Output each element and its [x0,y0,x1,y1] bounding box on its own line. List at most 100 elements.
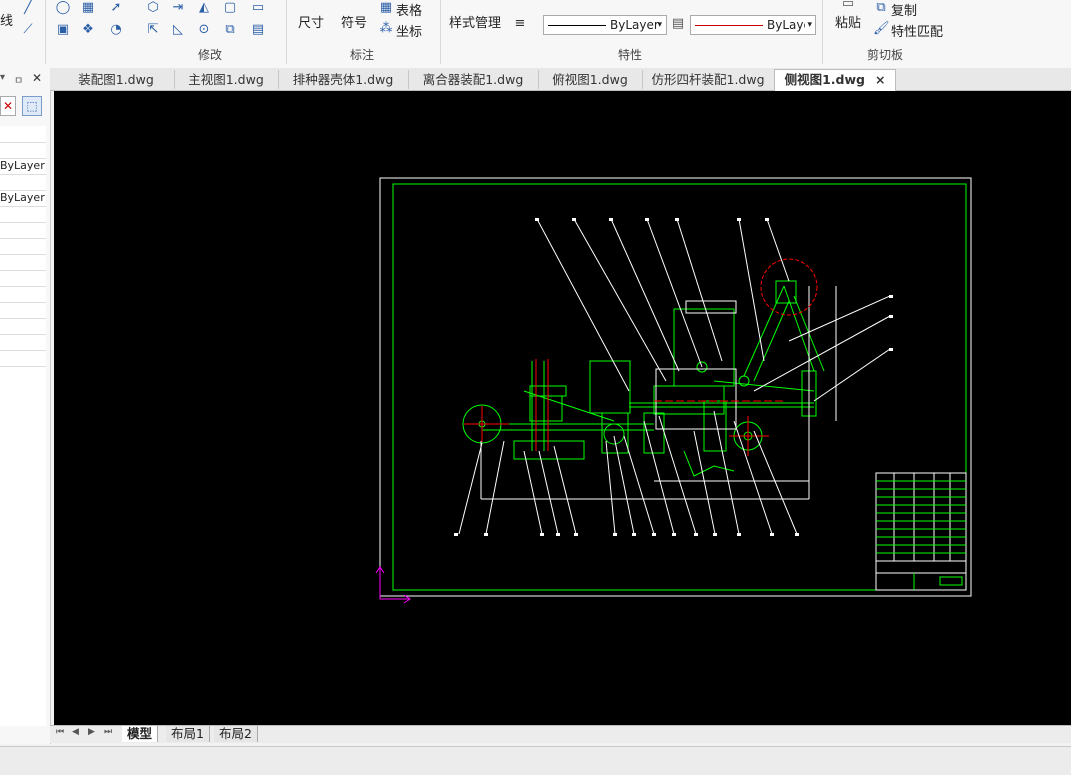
trim-icon[interactable]: ▣ [55,22,71,38]
first-layout-icon[interactable]: ⏮ [56,727,64,737]
layout-tab[interactable]: 布局1 [166,726,210,742]
property-row[interactable] [0,318,46,335]
tab-document[interactable]: 主视图1.dwg [174,70,279,89]
last-layout-icon[interactable]: ⏭ [104,727,112,737]
separator [45,0,46,64]
quick-select-icon[interactable]: ⬚ [22,96,42,116]
property-list: ByLayer ByLayer [0,126,46,726]
tab-label: 仿形四杆装配1.dwg [651,72,765,87]
ribbon: 线 ╱ ⟋ ◯ ▦ ➚ ▣ ❖ ◔ ⬡ ⇥ ◭ ▢ ▭ ⇱ ◺ ⊙ ⧉ ▤ 修改… [0,0,1071,69]
property-row[interactable] [0,222,46,239]
chevron-down-icon: ▾ [807,20,812,30]
coordinate-button[interactable]: 坐标 [396,21,422,40]
property-row[interactable] [0,238,46,255]
tab-document[interactable]: 装配图1.dwg [58,70,175,89]
palette-menu-icon[interactable]: ▾ [0,72,5,83]
polyline-icon[interactable]: ⟋ [20,22,36,38]
tab-document[interactable]: 离合器装配1.dwg [408,70,539,89]
document-tab-bar: 装配图1.dwg 主视图1.dwg 排种器壳体1.dwg 离合器装配1.dwg 俯视图1… [50,68,1071,91]
extend-icon[interactable]: ⇥ [170,0,186,16]
table-icon[interactable]: ▦ [378,0,394,16]
table-button[interactable]: 表格 [396,0,422,19]
rectangle-dropdown-icon[interactable]: ▭ [250,0,266,16]
machine-assembly [462,280,825,477]
property-row[interactable] [0,174,46,191]
properties-group-label: 特性 [618,48,643,62]
line-sample [548,25,606,26]
rotate-icon[interactable]: ◔ [108,22,124,38]
hatch-dropdown-icon[interactable]: ▤ [250,22,266,38]
pick-icon[interactable]: ➚ [108,0,124,16]
mirror-icon[interactable]: ◭ [196,0,212,16]
scale-icon[interactable]: ❖ [80,22,96,38]
tab-close-icon[interactable]: × [875,72,885,87]
tab-label: 装配图1.dwg [78,72,154,87]
array-icon[interactable]: ▦ [80,0,96,16]
lineweight-list-icon[interactable]: ≡ [512,16,528,32]
reference-outlines [480,286,837,500]
fillet-icon[interactable]: ◺ [170,22,186,38]
line-button-label[interactable]: 线 [0,10,13,29]
match-properties-button[interactable]: 特性匹配 [891,21,943,40]
circle-tool-icon[interactable]: ◯ [55,0,71,16]
layout-tab[interactable]: 布局2 [214,726,258,742]
separator [286,0,287,64]
prev-layout-icon[interactable]: ◀ [72,727,79,737]
cad-drawing [375,177,972,604]
match-properties-icon[interactable]: 🖌 [873,21,890,37]
tab-label: 离合器装配1.dwg [422,72,524,87]
tab-document[interactable]: 俯视图1.dwg [538,70,643,89]
lineweight-dropdown[interactable]: ByLayer ▾ [690,15,816,35]
modify-group-label: 修改 [198,48,223,62]
property-row[interactable] [0,254,46,271]
lineweight-value: ByLayer [767,18,805,32]
clipboard-group-label: 剪切板 [867,48,904,62]
property-row[interactable] [0,286,46,303]
tab-label: 排种器壳体1.dwg [292,72,394,87]
tab-document[interactable]: 仿形四杆装配1.dwg [642,70,775,89]
copy-button[interactable]: 复制 [891,0,917,19]
tab-label: 侧视图1.dwg [784,72,865,87]
paste-button[interactable]: 粘贴 [835,12,861,31]
tab-document[interactable]: 排种器壳体1.dwg [278,70,409,89]
deselect-icon[interactable]: ✕ [0,96,16,116]
separator [822,0,823,64]
tab-label: 俯视图1.dwg [552,72,628,87]
style-manager-button[interactable]: 样式管理 [449,12,501,31]
move-icon[interactable]: ⬡ [145,0,161,16]
linetype-value: ByLayer [610,18,659,32]
pin-icon[interactable]: ㅁ [14,72,23,87]
line-icon[interactable]: ╱ [20,0,36,16]
title-block [875,472,967,591]
chevron-down-icon: ▾ [657,20,662,30]
copy-objects-icon[interactable]: ⧉ [222,22,238,38]
tab-document[interactable]: 侧视图1.dwg × [774,69,896,91]
lineweight-icon[interactable]: ▤ [670,16,686,32]
property-row[interactable] [0,334,46,351]
property-row[interactable] [0,270,46,287]
copy-icon[interactable]: ⧉ [873,0,889,16]
property-row[interactable] [0,142,46,159]
offset-icon[interactable]: ▢ [222,0,238,16]
separator [440,0,441,64]
tab-label: 主视图1.dwg [188,72,264,87]
properties-palette: ▾ ㅁ ✕ ✕ ⬚ ByLayer ByLayer [0,68,51,744]
next-layout-icon[interactable]: ▶ [88,727,95,737]
explode-icon[interactable]: ⊙ [196,22,212,38]
property-row[interactable] [0,126,46,143]
property-row[interactable] [0,206,46,223]
linetype-dropdown[interactable]: ByLayer ▾ [543,15,667,35]
property-row[interactable] [0,350,46,367]
drawing-canvas[interactable] [54,91,1071,725]
property-row[interactable] [0,302,46,319]
property-row[interactable]: ByLayer [0,158,46,175]
layout-tab-bar: ⏮ ◀ ▶ ⏭ 模型 布局1 布局2 [50,725,1071,743]
dimension-button[interactable]: 尺寸 [298,12,324,31]
stretch-icon[interactable]: ⇱ [145,22,161,38]
layout-tab[interactable]: 模型 [122,726,159,742]
symbol-button[interactable]: 符号 [341,12,367,31]
close-icon[interactable]: ✕ [32,71,42,85]
coordinate-icon[interactable]: ⁂ [378,21,394,37]
paste-icon[interactable]: ▭ [840,0,856,12]
property-row[interactable]: ByLayer [0,190,46,207]
